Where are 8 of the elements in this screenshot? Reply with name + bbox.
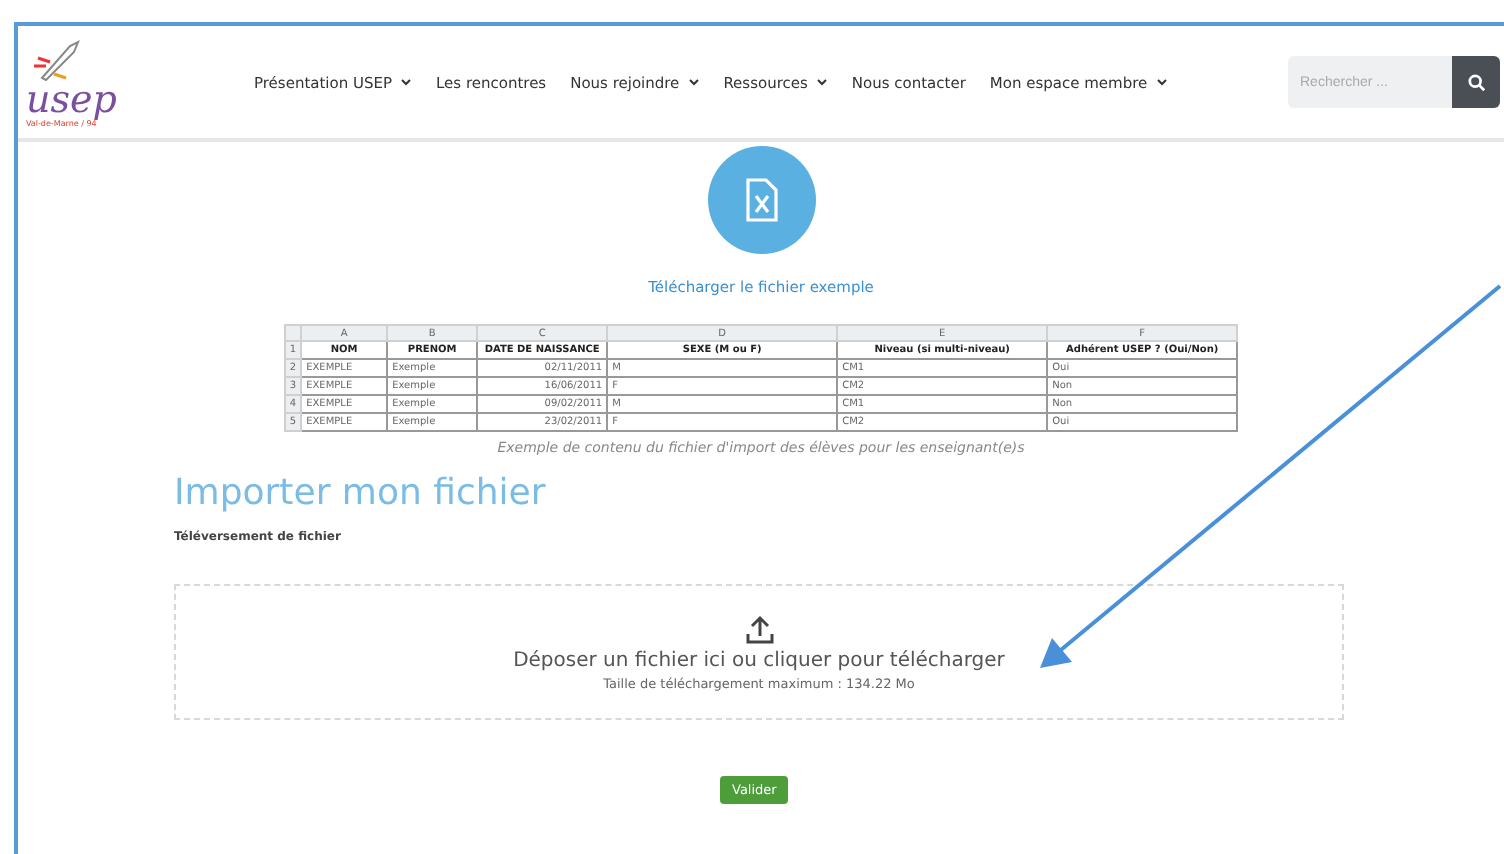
excel-file-icon: [743, 178, 779, 222]
search-icon: [1467, 73, 1485, 91]
section-title: Importer mon fichier: [174, 472, 548, 514]
logo-text: usep: [26, 81, 117, 117]
upload-icon: [743, 613, 775, 645]
corner-cell: [284, 325, 302, 341]
dropzone-label: Déposer un fichier ici ou cliquer pour télécharger: [513, 649, 1005, 671]
search-button[interactable]: [1452, 56, 1500, 108]
